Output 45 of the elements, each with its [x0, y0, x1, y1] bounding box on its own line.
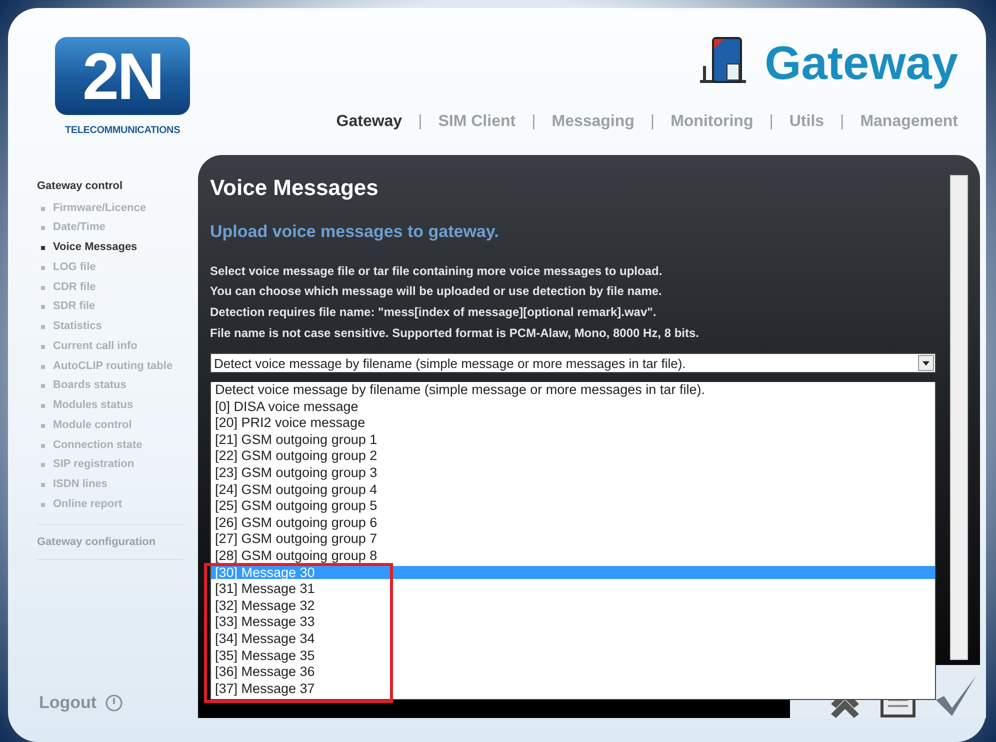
nav-separator: |	[418, 112, 422, 132]
dropdown-option[interactable]: [23] GSM outgoing group 3	[211, 466, 935, 480]
nav-separator: |	[650, 112, 655, 132]
power-icon	[104, 694, 123, 712]
dropdown-option[interactable]: [28] GSM outgoing group 8	[211, 548, 935, 563]
description-line: You can choose which message will be uploaded or use detection by file name.	[210, 283, 663, 300]
dropdown-option[interactable]: [35] Message 35	[211, 648, 935, 662]
description-line: Select voice message file or tar file containing more voice messages to upload.	[210, 262, 664, 280]
dropdown-option[interactable]: [25] GSM outgoing group 5	[211, 499, 935, 513]
sidebar-link[interactable]: Gateway configuration	[37, 536, 156, 548]
dropdown-option[interactable]: [36] Message 36	[211, 665, 935, 679]
nav-link-item[interactable]: Monitoring	[670, 110, 754, 134]
dropdown-option[interactable]: Detect voice message by filename (simple message or more messages in tar file).	[211, 383, 935, 397]
nav-link-item[interactable]: SIM Client	[438, 110, 516, 134]
dropdown-option[interactable]: [24] GSM outgoing group 4	[211, 482, 935, 496]
nav-link-item[interactable]: Utils	[789, 110, 824, 134]
dropdown-option[interactable]: [22] GSM outgoing group 2	[211, 449, 935, 463]
page-title: Voice Messages	[210, 175, 380, 202]
scrollbar[interactable]	[950, 175, 968, 660]
description-line: Detection requires file name: "mess[index of message][optional remark].wav".	[210, 304, 658, 322]
logo-tagline: TELECOMMUNICATIONS	[64, 124, 180, 138]
dropdown-option[interactable]: [31] Message 31	[211, 582, 935, 596]
nav-separator: |	[840, 112, 844, 132]
nav-link-item[interactable]: Gateway	[336, 110, 402, 134]
gateway-device-icon	[698, 36, 749, 86]
nav-link-item[interactable]: Messaging	[552, 110, 634, 134]
sidebar-heading: Gateway control	[37, 179, 124, 194]
dropdown-option[interactable]: [37] Message 37	[211, 682, 935, 696]
dropdown-option[interactable]: [27] GSM outgoing group 7	[211, 532, 935, 546]
nav-separator: |	[532, 112, 536, 132]
logout-link[interactable]: Logout	[39, 690, 123, 716]
dropdown-option[interactable]: [34] Message 34	[211, 632, 935, 646]
dropdown-option[interactable]: [0] DISA voice message	[211, 400, 935, 414]
dropdown-option[interactable]: [20] PRI2 voice message	[211, 416, 935, 430]
page-subtitle: Upload voice messages to gateway.	[210, 221, 500, 244]
description-line: File name is not case sensitive. Supported format is PCM-Alaw, Mono, 8000 Hz, 8 bits.	[210, 324, 700, 342]
dropdown-option[interactable]: [30] Message 30	[211, 566, 935, 580]
dropdown-option[interactable]: [21] GSM outgoing group 1	[211, 432, 935, 446]
logo: 2N	[55, 37, 190, 115]
dropdown-option[interactable]: [33] Message 33	[211, 615, 935, 629]
dropdown-option[interactable]: [26] GSM outgoing group 6	[211, 516, 935, 530]
message-select[interactable]: Detect voice message by filename (simple message or more messages in tar file).	[210, 353, 936, 374]
nav-separator: |	[769, 112, 774, 132]
nav-link-item[interactable]: Management	[860, 110, 958, 134]
dropdown-option[interactable]: [32] Message 32	[211, 598, 935, 612]
